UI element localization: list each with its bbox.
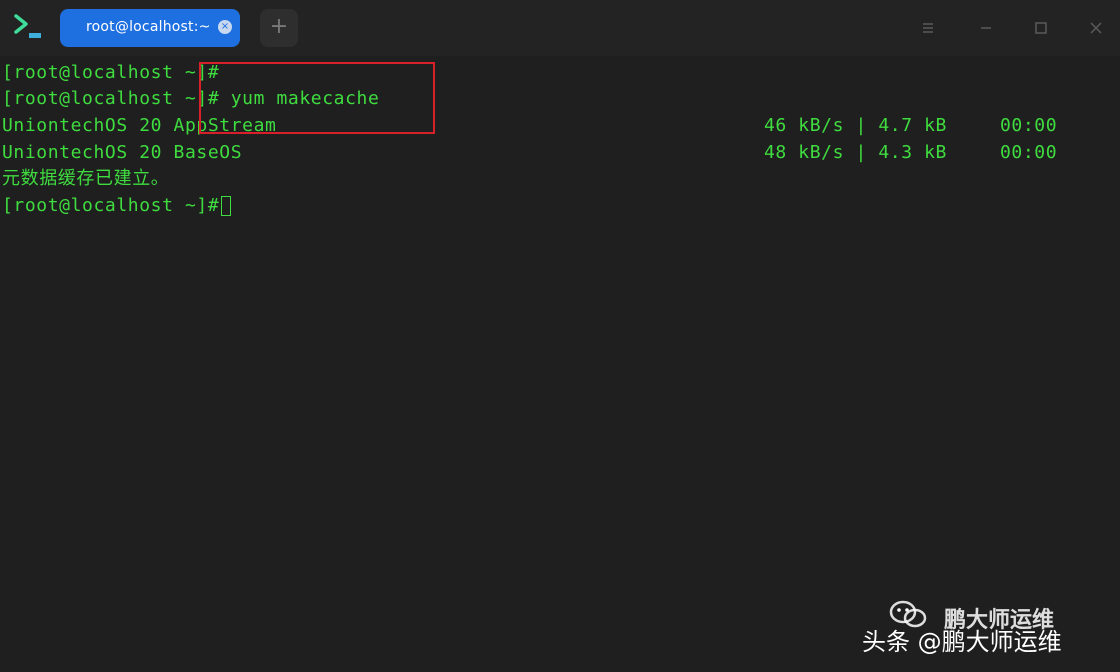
download-time: 00:00 <box>1000 115 1058 136</box>
terminal-line: [root@localhost ~]# <box>2 62 220 83</box>
watermark-source: 头条 @鹏大师运维 <box>862 628 1062 656</box>
terminal-icon[interactable] <box>12 12 46 42</box>
minimize-icon[interactable] <box>978 20 994 36</box>
download-rate: 46 kB/s | 4.7 kB <box>764 115 947 136</box>
tab-close-icon[interactable]: × <box>218 20 232 34</box>
close-icon[interactable] <box>1088 20 1104 36</box>
terminal-cursor <box>221 196 232 216</box>
terminal-prompt-line: [root@localhost ~]# <box>2 193 232 219</box>
title-bar: root@localhost:~ × + <box>0 0 1120 56</box>
maximize-icon[interactable] <box>1033 20 1049 36</box>
terminal-line: 元数据缓存已建立。 <box>2 168 170 189</box>
new-tab-button[interactable]: + <box>260 9 298 47</box>
highlight-annotation <box>199 62 435 134</box>
menu-icon[interactable] <box>920 20 936 36</box>
tab-root-localhost[interactable]: root@localhost:~ × <box>60 9 240 47</box>
terminal-line: UniontechOS 20 BaseOS <box>2 142 243 163</box>
download-time: 00:00 <box>1000 142 1058 163</box>
terminal-output[interactable]: [root@localhost ~]# [root@localhost ~]# … <box>0 58 1120 672</box>
terminal-prompt: [root@localhost ~]# <box>2 195 220 216</box>
tab-title: root@localhost:~ <box>86 19 211 35</box>
terminal-window: root@localhost:~ × + [root@localhost ~]#… <box>0 0 1120 672</box>
download-rate: 48 kB/s | 4.3 kB <box>764 142 947 163</box>
